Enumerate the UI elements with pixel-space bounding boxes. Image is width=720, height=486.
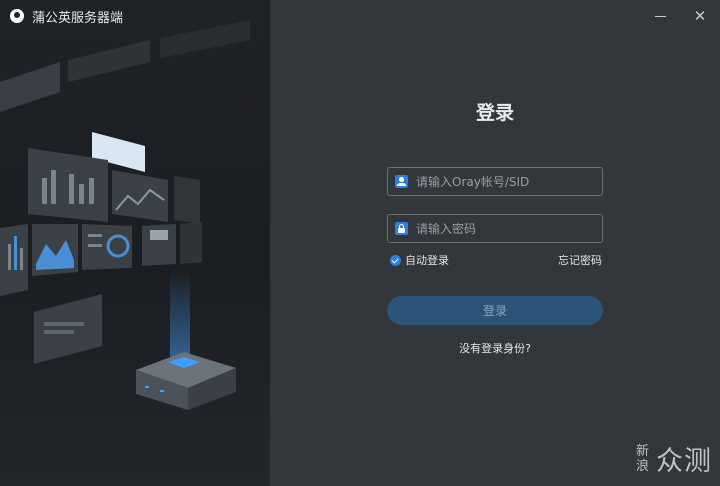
- user-icon: [395, 175, 408, 188]
- login-button[interactable]: 登录: [387, 296, 603, 325]
- app-title: 蒲公英服务器端: [32, 10, 124, 26]
- no-identity-link[interactable]: 没有登录身份?: [270, 340, 720, 356]
- auto-login-checkbox[interactable]: 自动登录: [390, 252, 449, 268]
- close-icon: ✕: [693, 7, 707, 25]
- login-options: 自动登录 忘记密码: [390, 252, 602, 268]
- login-title: 登录: [475, 102, 514, 124]
- checkbox-checked-icon[interactable]: [390, 254, 401, 266]
- app-logo-icon: [10, 9, 24, 23]
- login-panel: ✕ 登录 自动登录 忘记密码 登录 没有登录身份? 新浪 众测: [270, 0, 720, 486]
- minimize-button[interactable]: [640, 0, 680, 32]
- account-field[interactable]: [387, 167, 603, 196]
- title-bar: 蒲公英服务器端: [0, 0, 123, 32]
- server-illustration: [0, 20, 250, 410]
- password-field[interactable]: [387, 214, 603, 243]
- lock-icon: [395, 222, 408, 235]
- watermark-big: 众测: [656, 446, 712, 477]
- forgot-password-link[interactable]: 忘记密码: [558, 252, 602, 268]
- window-controls: ✕: [640, 0, 720, 32]
- close-button[interactable]: ✕: [680, 0, 720, 32]
- watermark-small: 新浪: [635, 443, 649, 474]
- auto-login-label[interactable]: 自动登录: [405, 252, 449, 268]
- account-input[interactable]: [416, 168, 602, 195]
- password-input[interactable]: [416, 215, 602, 242]
- minimize-icon: [654, 15, 666, 17]
- illustration-panel: 蒲公英服务器端: [0, 0, 270, 486]
- watermark: 新浪 众测: [635, 439, 712, 478]
